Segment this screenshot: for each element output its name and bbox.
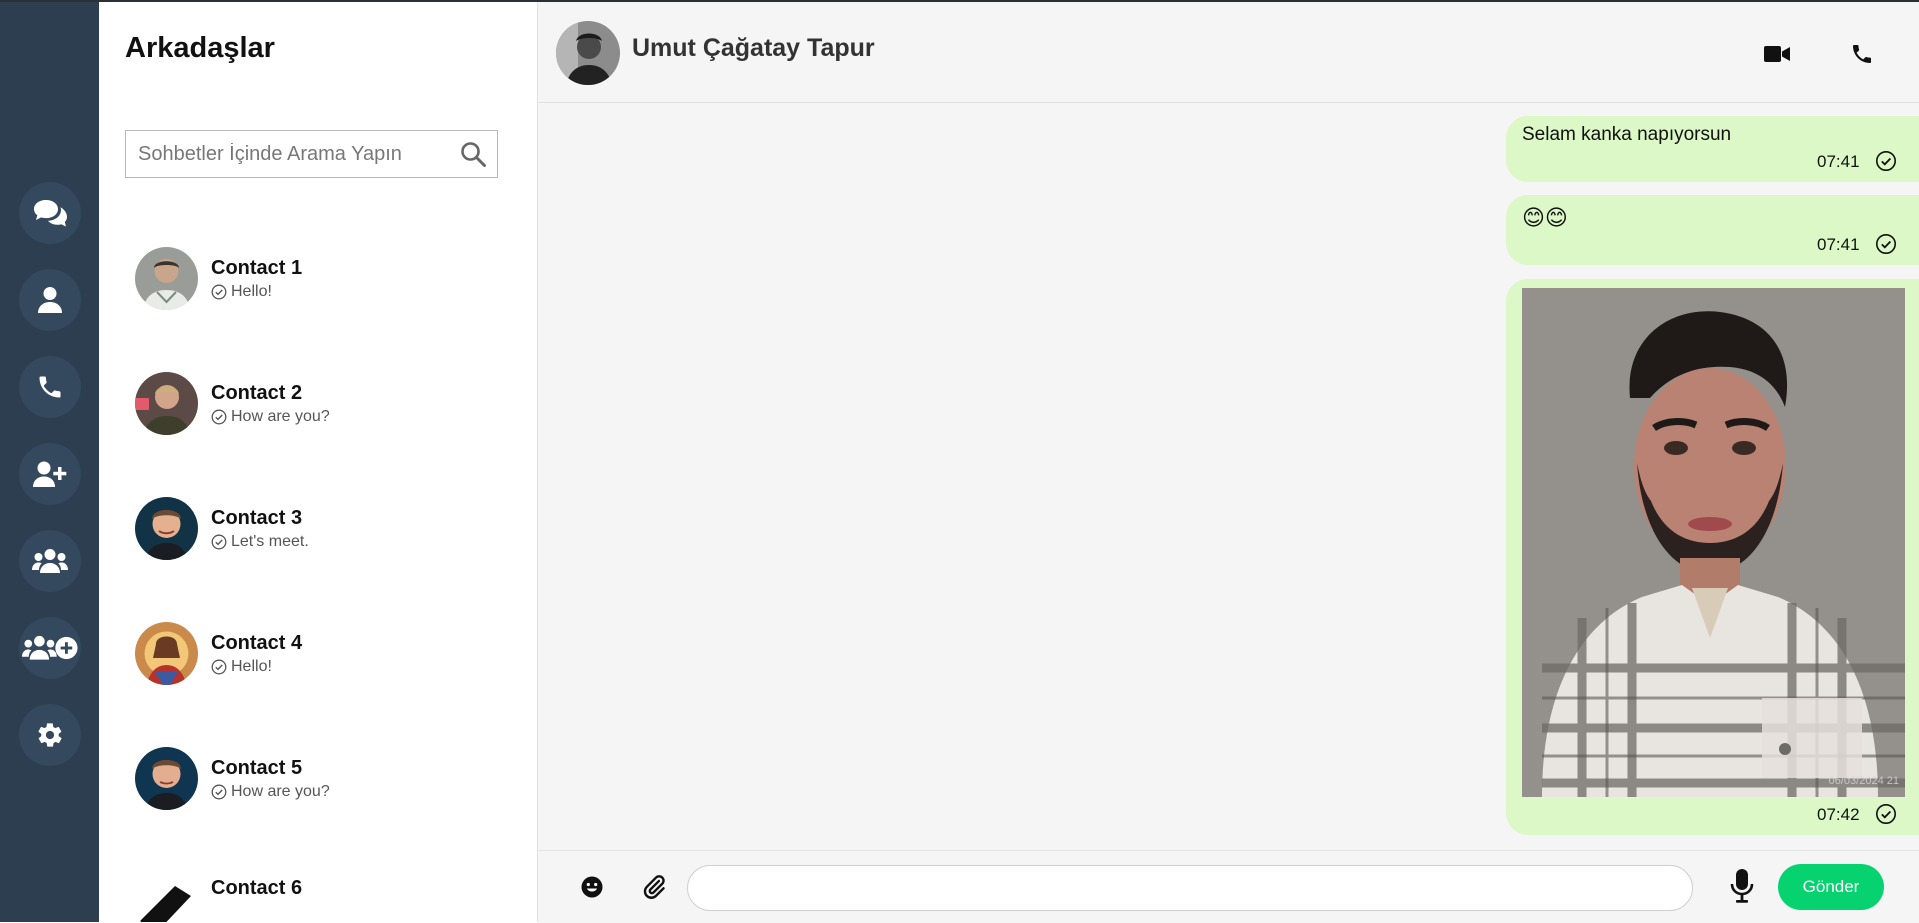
contact-last-message-text: Hello! [231,282,272,300]
add-friend-icon [33,461,67,487]
contact-last-message: Let's meet. [211,533,309,551]
message-photo[interactable]: 06/03/2024 21 [1522,288,1905,797]
photo-timestamp-caption: 06/03/2024 21 [1828,775,1899,787]
contact-item[interactable]: Contact 6 [135,868,515,922]
calls-icon [39,376,61,398]
add-friend-nav-button[interactable] [19,443,81,505]
contact-last-message: How are you? [211,783,330,801]
check-icon [211,659,227,674]
groups-icon [32,549,68,573]
contact-name: Contact 2 [211,381,303,404]
contact-last-message: Hello! [211,658,302,676]
avatar [135,871,198,922]
message-time: 07:41 [1817,152,1860,171]
avatar[interactable] [556,21,620,85]
video-call-button[interactable] [1761,38,1793,70]
contact-last-message-text: How are you? [231,782,330,800]
contact-last-message-text: Hello! [231,657,272,675]
chat-header: Umut Çağatay Tapur [538,2,1919,103]
profile-icon [38,287,62,313]
contacts-sidebar: Arkadaşlar Contact 1 Hello! Contact 2 [99,2,538,922]
chat-contact-name[interactable]: Umut Çağatay Tapur [632,34,875,63]
avatar [135,371,198,435]
contact-name: Contact 3 [211,506,303,529]
message-bubble[interactable]: 06/03/2024 21 07:42 [1506,279,1919,835]
add-group-nav-button[interactable] [19,617,81,679]
contact-last-message-text: Let's meet. [231,532,309,550]
contact-item[interactable]: Contact 5 How are you? [135,743,515,813]
emoji-icon [581,876,603,898]
search-box [125,130,498,178]
calls-nav-button[interactable] [19,356,81,418]
check-icon [1876,234,1896,254]
message-input[interactable] [687,865,1693,911]
settings-icon [38,723,62,747]
message-emoji: 😊😊 [1522,205,1568,230]
search-input[interactable] [126,131,459,177]
contact-name: Contact 1 [211,256,303,279]
avatar [135,746,198,810]
message-time: 07:41 [1817,235,1860,254]
check-icon [211,784,227,799]
settings-nav-button[interactable] [19,704,81,766]
chats-icon [34,200,67,227]
sidebar-title: Arkadaşlar [125,32,275,64]
chat-panel: Umut Çağatay Tapur Selam kanka napıyorsu… [538,2,1919,923]
avatar [135,496,198,560]
check-icon [211,534,227,549]
contact-name: Contact 4 [211,631,303,654]
contact-name: Contact 5 [211,756,303,779]
message-bubble[interactable]: Selam kanka napıyorsun 07:41 [1506,116,1919,182]
contact-name: Contact 6 [211,877,303,899]
check-icon [1876,804,1896,824]
avatar [135,246,198,310]
search-icon[interactable] [459,140,487,168]
chats-nav-button[interactable] [19,182,81,244]
video-call-icon [1764,46,1790,62]
message-text: Selam kanka napıyorsun [1522,124,1732,145]
message-composer: Gönder [538,850,1919,923]
groups-nav-button[interactable] [19,530,81,592]
attach-icon [643,875,665,899]
send-button[interactable]: Gönder [1778,864,1884,910]
check-icon [1876,151,1896,171]
check-icon [211,284,227,299]
microphone-button[interactable] [1730,868,1754,904]
contact-item[interactable]: Contact 2 How are you? [135,368,515,438]
contact-item[interactable]: Contact 3 Let's meet. [135,493,515,563]
emoji-button[interactable] [580,875,604,899]
contact-item[interactable]: Contact 4 Hello! [135,618,515,688]
check-icon [211,409,227,424]
message-time: 07:42 [1817,805,1860,824]
contact-last-message: Hello! [211,283,302,301]
message-bubble[interactable]: 😊😊 07:41 [1506,195,1919,265]
microphone-icon [1730,869,1754,903]
phone-icon [1853,45,1871,63]
contact-last-message: How are you? [211,408,330,426]
avatar [135,621,198,685]
voice-call-button[interactable] [1846,38,1878,70]
attach-button[interactable] [641,874,667,900]
add-group-icon [22,635,78,660]
contact-item[interactable]: Contact 1 Hello! [135,243,515,313]
nav-rail [0,2,99,922]
profile-nav-button[interactable] [19,269,81,331]
contact-last-message-text: How are you? [231,407,330,425]
